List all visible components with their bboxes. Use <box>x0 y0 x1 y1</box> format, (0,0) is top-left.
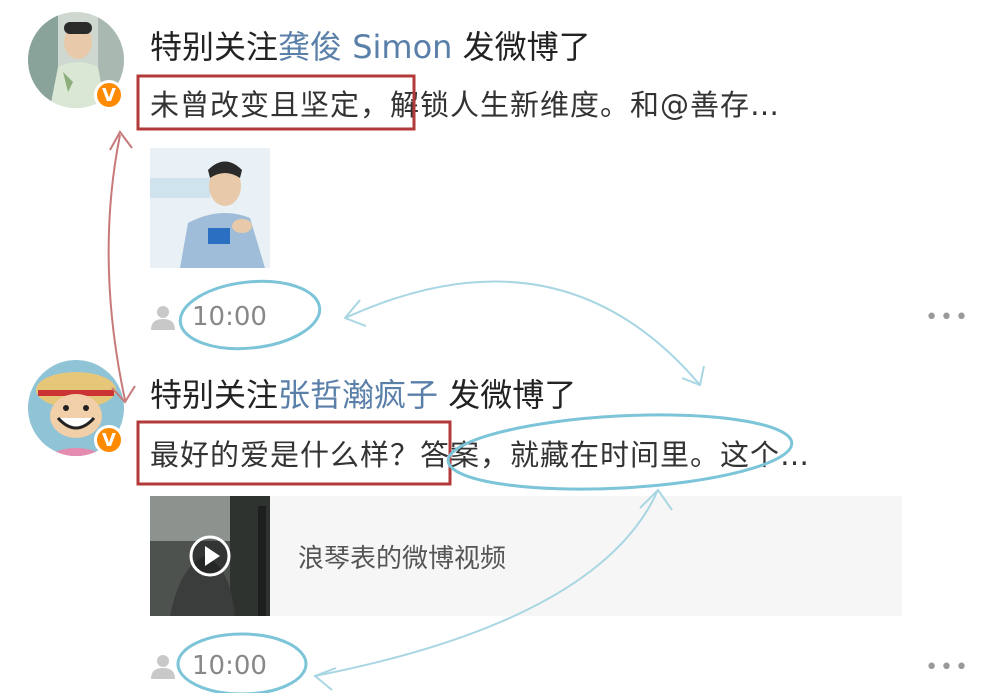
person-icon <box>151 655 175 679</box>
blue-arrow-head-2b <box>313 667 337 691</box>
post-1-meta: 10:00 <box>150 302 267 332</box>
verified-badge-2: V <box>94 425 124 455</box>
more-options-button-2[interactable]: ••• <box>925 655 970 680</box>
post-2-title: 特别关注张哲瀚疯子 发微博了 <box>150 370 576 416</box>
video-card[interactable]: 浪琴表的微博视频 <box>150 496 902 616</box>
post-action-label: 发微博了 <box>438 376 577 414</box>
post-2-text[interactable]: 最好的爱是什么样？答案，就藏在时间里。这个… <box>150 432 810 474</box>
person-icon <box>151 306 175 330</box>
red-arrow-head-top <box>109 130 133 151</box>
photo-thumbnail <box>150 148 270 268</box>
user-link-1[interactable]: 龚俊 Simon <box>278 28 452 66</box>
post-1-text[interactable]: 未曾改变且坚定，解锁人生新维度。和@善存… <box>150 82 780 124</box>
post-action-label: 发微博了 <box>452 28 591 66</box>
post-1-time: 10:00 <box>192 302 267 332</box>
post-1-title: 特别关注龚俊 Simon 发微博了 <box>150 22 591 68</box>
post-2-time: 10:00 <box>192 651 267 681</box>
special-follow-label: 特别关注 <box>150 28 279 66</box>
video-label: 浪琴表的微博视频 <box>298 544 507 574</box>
post-1-image[interactable] <box>150 148 270 268</box>
special-follow-label: 特别关注 <box>150 376 279 414</box>
post-2-meta: 10:00 <box>150 651 267 681</box>
verified-badge-1: V <box>94 80 124 110</box>
user-link-2[interactable]: 张哲瀚疯子 <box>278 376 438 414</box>
blue-arrow-head-1b <box>681 365 705 387</box>
video-thumbnail <box>150 496 270 616</box>
more-options-button-1[interactable]: ••• <box>925 305 970 330</box>
play-icon[interactable] <box>188 534 232 578</box>
red-connector-arrow <box>107 134 126 401</box>
blue-arrow-head-1a <box>343 299 367 327</box>
